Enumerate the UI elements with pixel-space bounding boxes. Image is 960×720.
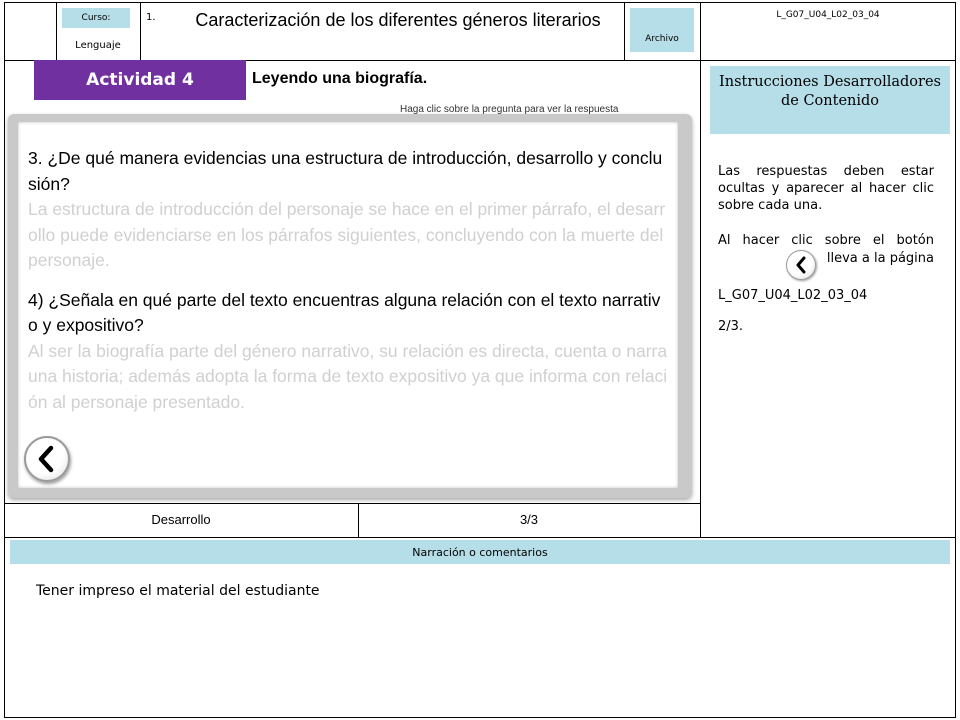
page-title: Caracterización de los diferentes género… — [195, 10, 601, 30]
header-divider-1 — [56, 2, 57, 60]
unit-number: 1. — [146, 12, 156, 23]
question-4[interactable]: 4) ¿Señala en qué parte del texto encuen… — [28, 288, 668, 339]
header-divider-2 — [140, 2, 141, 60]
activity-tab: Actividad 4 — [34, 60, 246, 100]
instructions-paragraph-1: Las respuestas deben estar ocultas y apa… — [718, 164, 934, 213]
frame-bottom-line — [4, 717, 956, 718]
header-divider-3 — [624, 2, 625, 60]
course-value: Lenguaje — [75, 40, 121, 51]
answer-3: La estructura de introducción del person… — [28, 199, 666, 270]
answer-4: Al ser la biografía parte del género nar… — [28, 340, 668, 412]
frame-left-line — [4, 2, 5, 718]
instructions-title: Instrucciones Desarrolladores de Conteni… — [710, 66, 950, 134]
chevron-left-icon — [38, 445, 54, 473]
slide-text: 3. ¿De qué manera evidencias una estruct… — [28, 146, 668, 415]
archive-label: Archivo — [630, 8, 694, 52]
back-button[interactable] — [24, 436, 70, 482]
page-number: 3/3 — [519, 511, 539, 527]
activity-title: Leyendo una biografía. — [252, 70, 428, 87]
instructions-p2-code: L_G07_U04_L02_03_04 — [718, 288, 868, 303]
narration-label: Narración o comentarios — [10, 540, 950, 564]
instructions-p2-before: Al hacer clic sobre el botón — [718, 233, 934, 248]
file-code: L_G07_U04_L02_03_04 — [776, 10, 880, 20]
instructions-p2-page: 2/3. — [718, 319, 744, 334]
instructions-paragraph-2: Al hacer clic sobre el botón — [718, 232, 934, 249]
frame-right-line — [955, 2, 956, 718]
frame-top-line — [4, 2, 956, 3]
back-button-example — [786, 250, 816, 280]
chevron-left-icon — [796, 256, 806, 274]
section-name: Desarrollo — [151, 511, 211, 527]
narration-top-line — [4, 537, 956, 538]
main-right-divider — [700, 60, 701, 538]
question-3[interactable]: 3. ¿De qué manera evidencias una estruct… — [28, 146, 668, 197]
course-label: Curso: — [62, 8, 130, 28]
header-divider-4 — [700, 2, 701, 60]
instructions-p2-after: lleva a la página — [826, 251, 934, 266]
narration-text: Tener impreso el material del estudiante — [36, 583, 320, 599]
instructions-p2-line2: lleva a la página — [718, 250, 934, 267]
